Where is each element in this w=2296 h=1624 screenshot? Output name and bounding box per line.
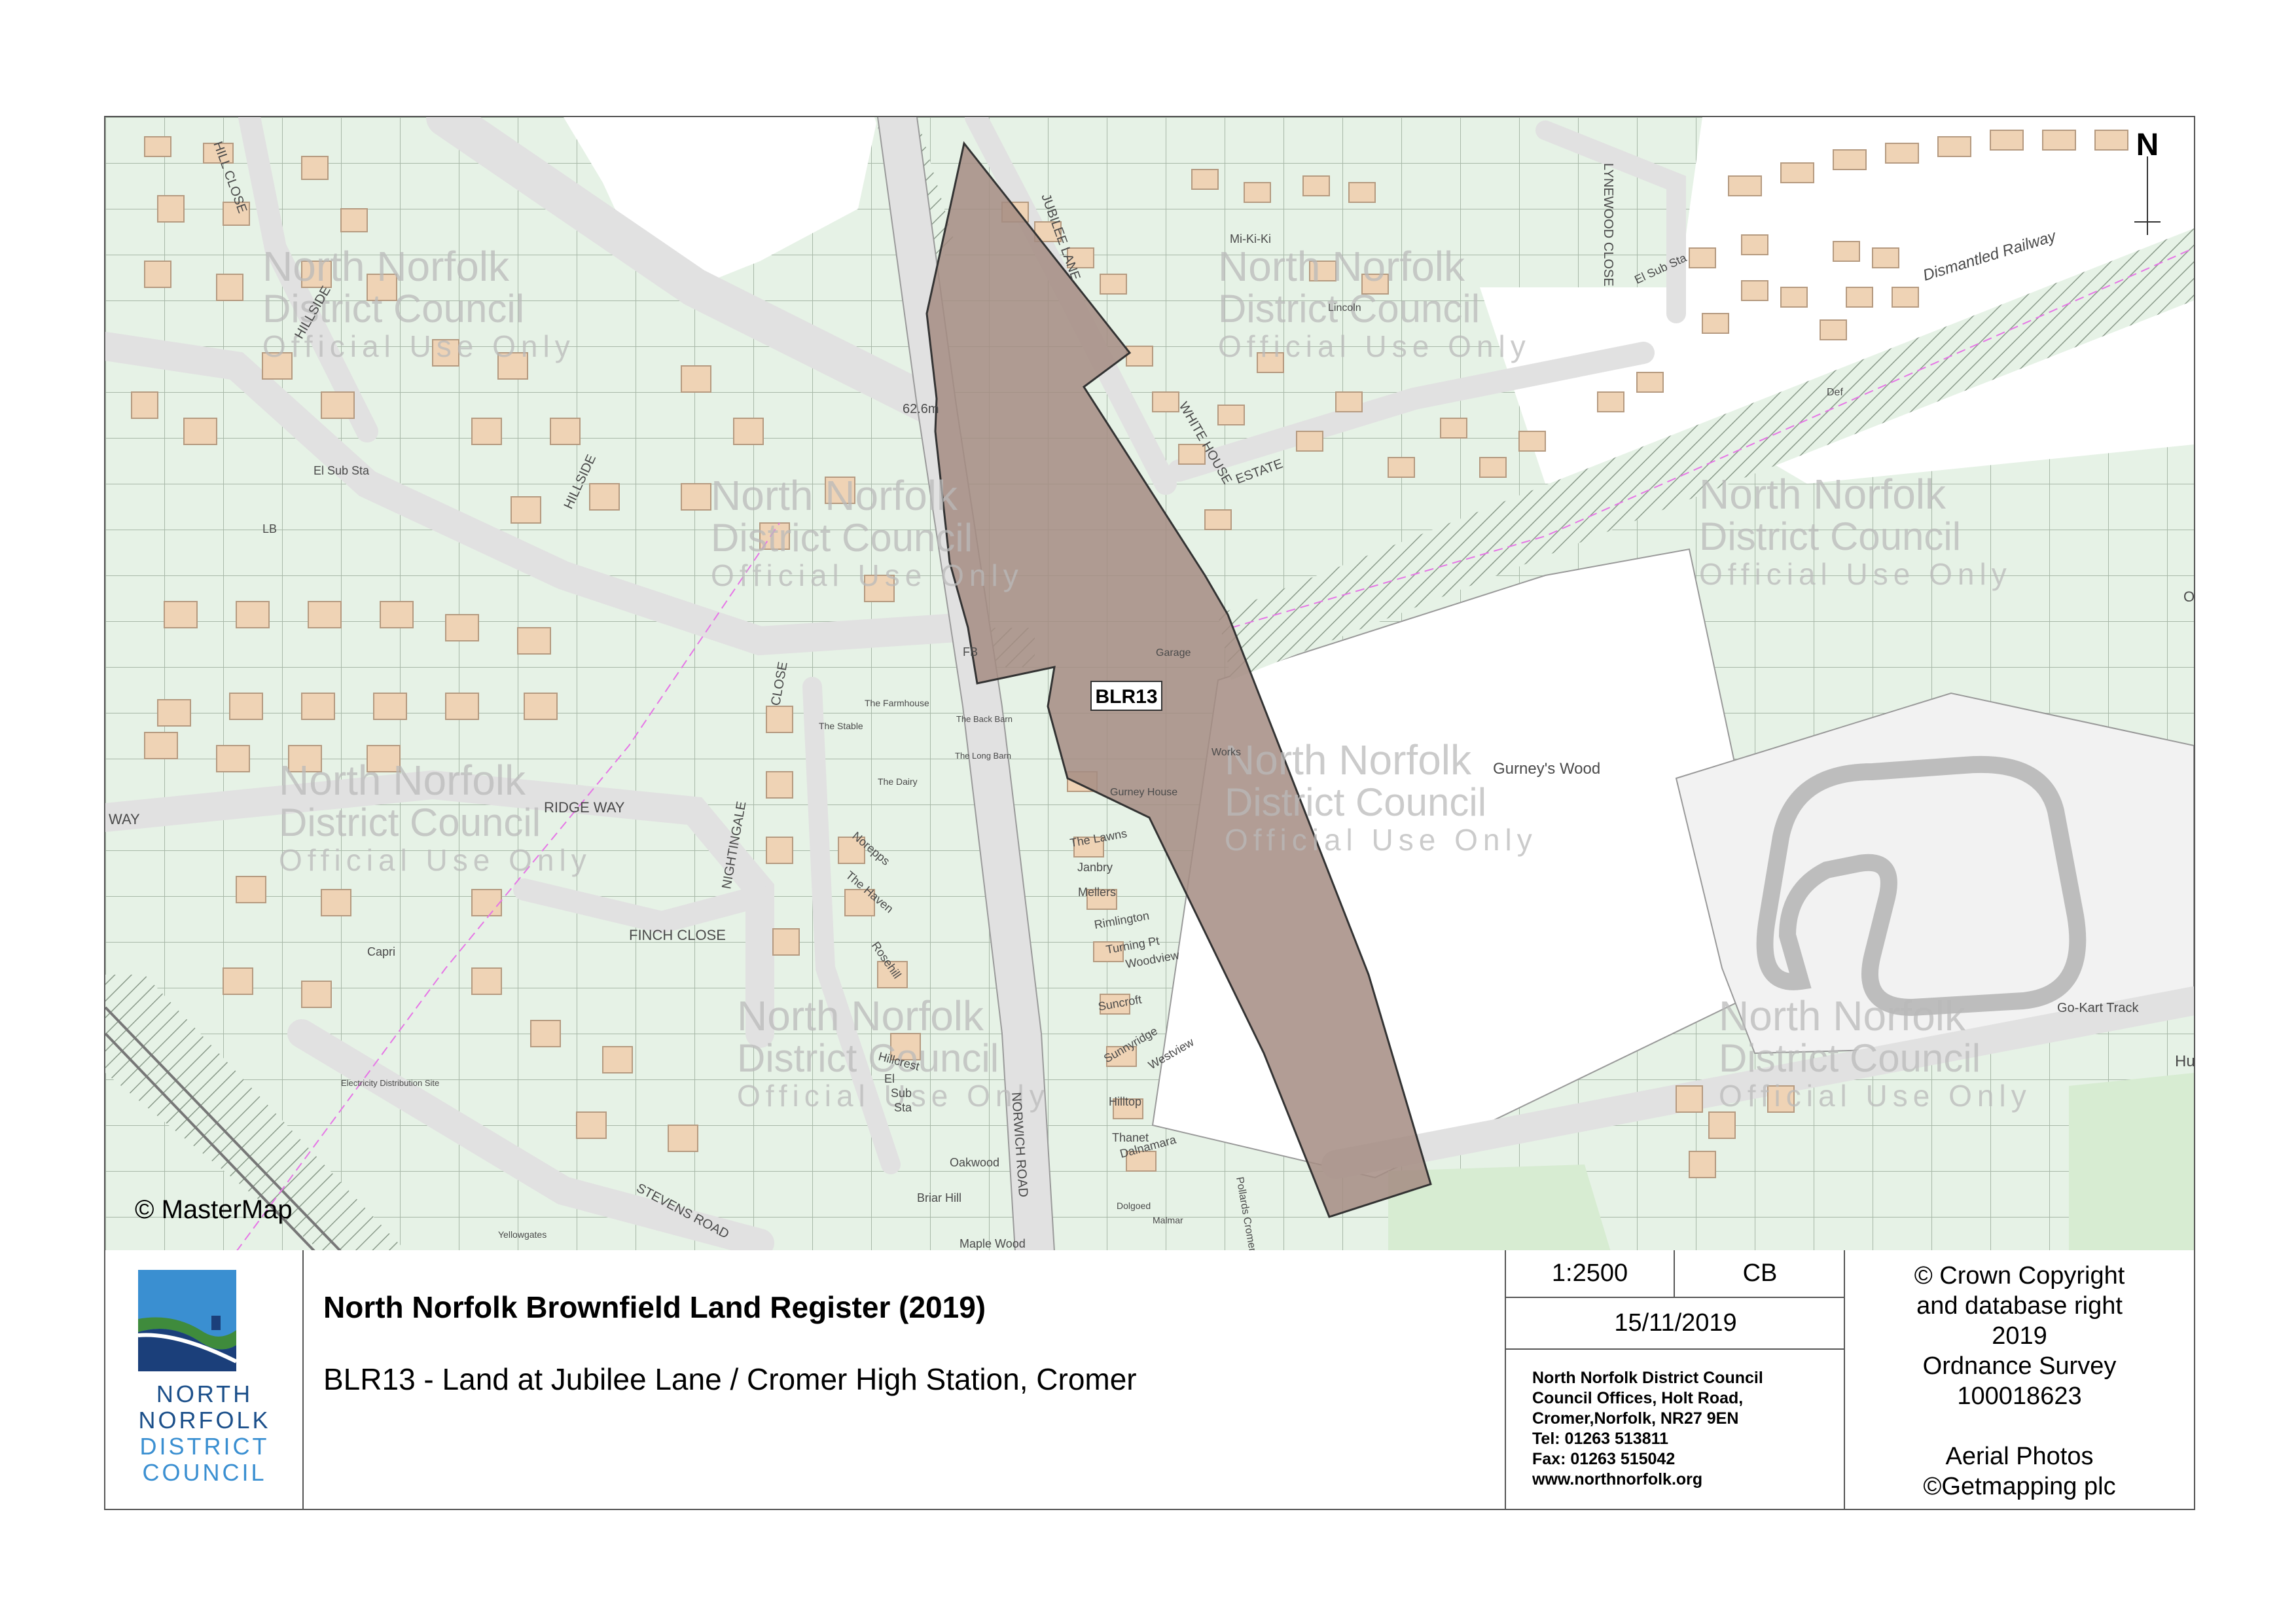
date-box: 15/11/2019 — [1506, 1298, 1845, 1350]
svg-text:The Stable: The Stable — [819, 721, 863, 731]
svg-text:Janbry: Janbry — [1077, 861, 1113, 874]
author-box: CB — [1675, 1250, 1845, 1298]
site-label: BLR13 — [1095, 686, 1157, 708]
svg-text:Hur: Hur — [2175, 1053, 2194, 1070]
svg-text:Mellers: Mellers — [1078, 886, 1116, 899]
svg-text:Hilltop: Hilltop — [1109, 1095, 1141, 1108]
svg-text:Def: Def — [1827, 387, 1843, 398]
svg-text:North Norfolk: North Norfolk — [711, 472, 958, 519]
title-cell: North Norfolk Brownfield Land Register (… — [304, 1250, 1506, 1509]
svg-text:FB: FB — [963, 645, 978, 659]
svg-text:North Norfolk: North Norfolk — [262, 243, 510, 290]
map-frame[interactable]: BLR13 North Norfolk District Council Off… — [104, 116, 2195, 1253]
svg-text:FINCH CLOSE: FINCH CLOSE — [629, 927, 726, 943]
svg-text:Electricity Distribution Site: Electricity Distribution Site — [341, 1078, 439, 1088]
svg-text:North Norfolk: North Norfolk — [1225, 736, 1472, 784]
address-box: North Norfolk District Council Council O… — [1532, 1369, 1763, 1489]
svg-text:Oakwood: Oakwood — [950, 1156, 999, 1169]
map-title: North Norfolk Brownfield Land Register (… — [323, 1290, 986, 1324]
svg-text:LB: LB — [262, 522, 277, 535]
svg-text:District Council: District Council — [1699, 514, 1961, 558]
north-arrow-label: N — [2136, 128, 2159, 162]
svg-text:Yellowgates: Yellowgates — [498, 1229, 547, 1240]
svg-text:WAY: WAY — [109, 811, 140, 827]
svg-text:District Council: District Council — [279, 801, 541, 844]
svg-text:Oa: Oa — [2183, 588, 2194, 605]
author-initials: CB — [1742, 1259, 1778, 1287]
map-canvas[interactable]: BLR13 North Norfolk District Council Off… — [105, 117, 2194, 1252]
svg-text:Official Use Only: Official Use Only — [279, 843, 592, 877]
svg-text:Gurney's Wood: Gurney's Wood — [1493, 760, 1600, 778]
svg-text:Briar Hill: Briar Hill — [917, 1191, 961, 1204]
map-subtitle: BLR13 - Land at Jubilee Lane / Cromer Hi… — [323, 1362, 1137, 1396]
copyright-cell: © Crown Copyright and database right 201… — [1914, 1262, 2125, 1500]
svg-text:Sub: Sub — [891, 1087, 912, 1100]
svg-text:North Norfolk: North Norfolk — [1699, 471, 1946, 518]
svg-text:Mi-Ki-Ki: Mi-Ki-Ki — [1230, 232, 1271, 245]
svg-text:The Back Barn: The Back Barn — [956, 714, 1013, 724]
svg-text:The Long Barn: The Long Barn — [955, 751, 1011, 761]
svg-text:LYNEWOOD CLOSE: LYNEWOOD CLOSE — [1601, 163, 1615, 287]
title-block: NORTH NORFOLK DISTRICT COUNCIL North Nor… — [104, 1250, 2195, 1510]
svg-text:Sta: Sta — [894, 1101, 912, 1114]
svg-text:RIDGE WAY: RIDGE WAY — [544, 799, 625, 816]
council-logo-text: NORTH NORFOLK DISTRICT COUNCIL — [138, 1380, 271, 1486]
svg-text:Official Use Only: Official Use Only — [1699, 557, 2012, 591]
logo-cell: NORTH NORFOLK DISTRICT COUNCIL — [105, 1250, 304, 1509]
svg-text:Official Use Only: Official Use Only — [1218, 329, 1531, 363]
svg-text:Garage: Garage — [1156, 647, 1191, 659]
svg-text:Dolgoed: Dolgoed — [1117, 1200, 1151, 1211]
svg-text:Malmar: Malmar — [1153, 1215, 1183, 1225]
svg-text:El: El — [884, 1072, 895, 1085]
meta-cell: 1:2500 CB 15/11/2019 North Norfolk Distr… — [1506, 1250, 1845, 1509]
attribution: © MasterMap — [135, 1195, 293, 1224]
svg-text:Official Use Only: Official Use Only — [262, 329, 575, 363]
svg-text:Official Use Only: Official Use Only — [1225, 823, 1537, 857]
svg-text:North Norfolk: North Norfolk — [279, 757, 526, 804]
svg-text:North Norfolk: North Norfolk — [737, 992, 984, 1039]
svg-text:Works: Works — [1211, 747, 1241, 758]
svg-text:District Council: District Council — [1225, 780, 1486, 824]
scale-box: 1:2500 — [1506, 1250, 1675, 1298]
svg-text:Official Use Only: Official Use Only — [711, 558, 1024, 592]
svg-text:Lincoln: Lincoln — [1328, 302, 1361, 314]
scale-value: 1:2500 — [1551, 1259, 1628, 1287]
svg-text:North Norfolk: North Norfolk — [1218, 243, 1465, 290]
svg-text:District Council: District Council — [737, 1036, 999, 1080]
svg-text:Official Use Only: Official Use Only — [1719, 1079, 2032, 1113]
svg-text:Go-Kart Track: Go-Kart Track — [2057, 1001, 2139, 1015]
svg-text:North Norfolk: North Norfolk — [1719, 992, 1966, 1039]
svg-text:Capri: Capri — [367, 945, 395, 958]
svg-text:District Council: District Council — [1719, 1036, 1981, 1080]
council-logo-icon — [138, 1270, 236, 1371]
svg-text:District Council: District Council — [711, 516, 973, 560]
svg-text:62.6m: 62.6m — [903, 402, 939, 416]
svg-text:The Farmhouse: The Farmhouse — [865, 698, 929, 708]
date-value: 15/11/2019 — [1614, 1309, 1737, 1337]
svg-text:The Dairy: The Dairy — [878, 776, 918, 787]
svg-text:Gurney House: Gurney House — [1110, 787, 1177, 798]
green-field-se — [2069, 1073, 2194, 1252]
svg-text:El Sub Sta: El Sub Sta — [314, 464, 370, 477]
svg-text:Maple Wood: Maple Wood — [960, 1237, 1026, 1250]
